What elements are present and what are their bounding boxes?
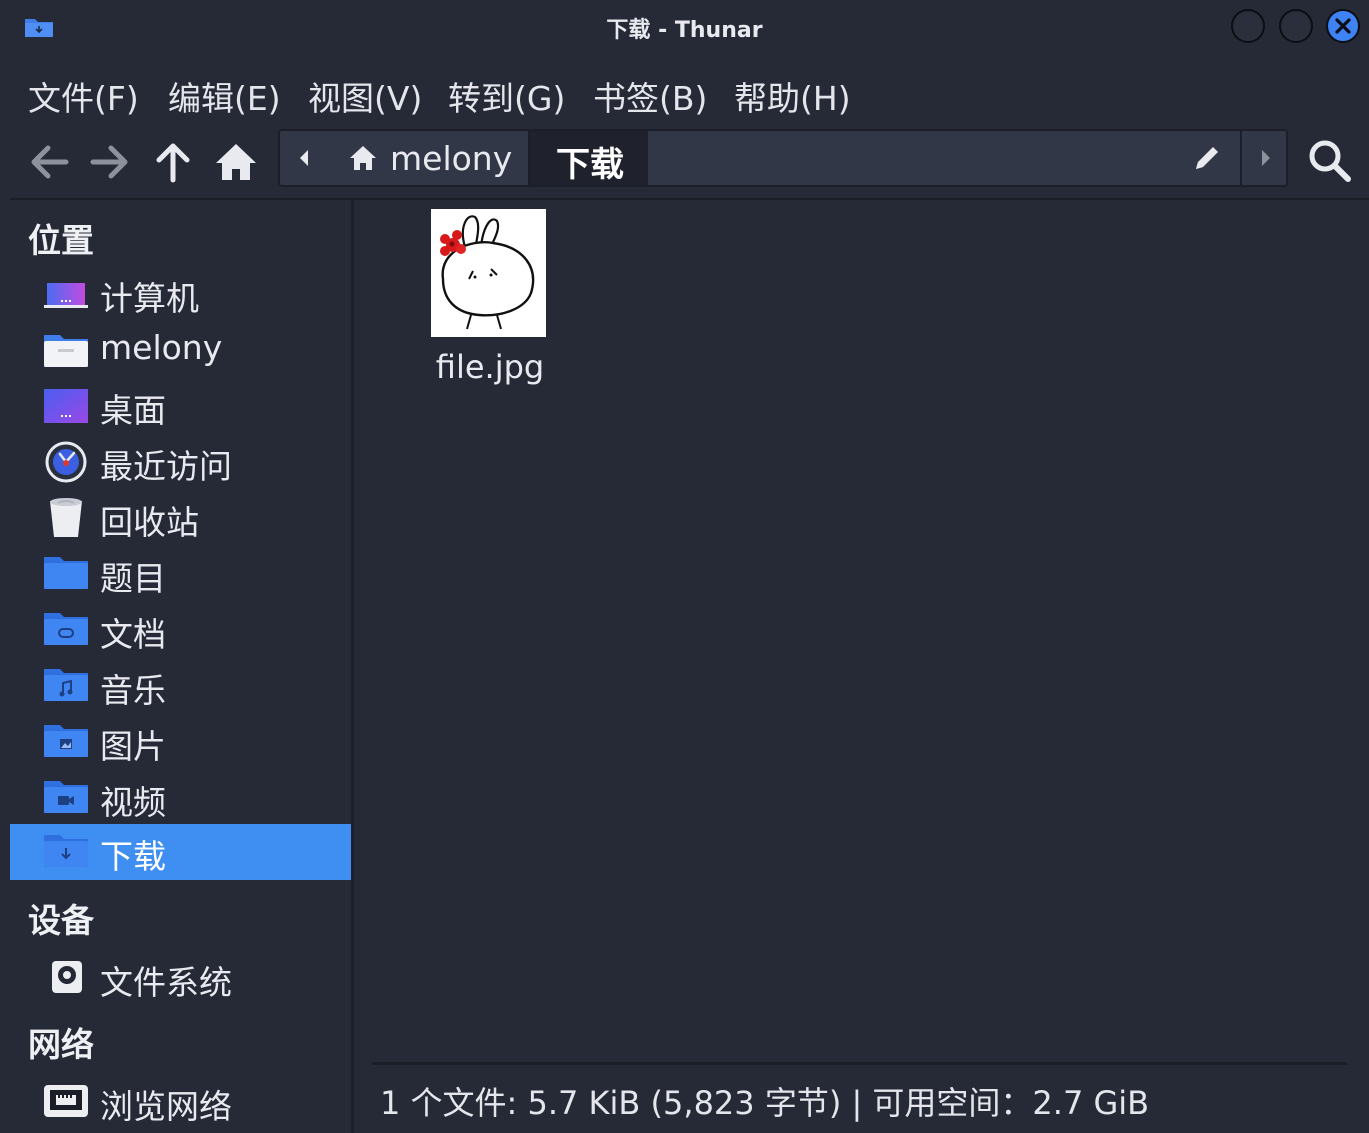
arrow-left-icon xyxy=(31,145,69,179)
sidebar-item-label: 图片 xyxy=(100,727,166,766)
sidebar-item-label: 题目 xyxy=(100,559,166,598)
sidebar: 位置 计算机 melony 桌面 最近访问 回收站 题目 文档 音乐 图片 视频… xyxy=(10,200,351,1133)
back-button[interactable] xyxy=(24,138,74,186)
menu-go[interactable]: 转到(G) xyxy=(448,72,565,120)
desktop-icon xyxy=(44,389,88,423)
arrow-up-icon xyxy=(156,143,190,183)
sidebar-item-label: melony xyxy=(100,328,223,367)
sidebar-item-recent[interactable]: 最近访问 xyxy=(10,434,351,490)
sidebar-item-label: 音乐 xyxy=(100,671,166,710)
minimize-button[interactable] xyxy=(1231,9,1265,43)
menu-view[interactable]: 视图(V) xyxy=(308,72,422,120)
home-folder-icon xyxy=(44,335,88,367)
sidebar-item-filesystem[interactable]: 文件系统 xyxy=(10,950,351,1006)
file-name: file.jpg xyxy=(435,348,545,386)
sidebar-item-folder[interactable]: 题目 xyxy=(10,546,351,602)
arrow-right-icon xyxy=(90,145,128,179)
search-icon xyxy=(1309,140,1351,182)
thunar-window: 下载 - Thunar 文件(F) 编辑(E) 视图(V) 转到(G) 书签(B… xyxy=(0,0,1369,1133)
statusbar-separator xyxy=(372,1062,1347,1065)
pencil-icon xyxy=(1196,147,1218,169)
sidebar-item-label: 下载 xyxy=(100,837,166,876)
sidebar-item-desktop[interactable]: 桌面 xyxy=(10,378,351,434)
sidebar-item-trash[interactable]: 回收站 xyxy=(10,490,351,546)
sidebar-item-downloads[interactable]: 下载 xyxy=(10,824,351,880)
up-button[interactable] xyxy=(148,138,198,186)
menu-help[interactable]: 帮助(H) xyxy=(734,72,851,120)
maximize-button[interactable] xyxy=(1279,9,1313,43)
path-bar: melony 下载 xyxy=(278,129,1288,187)
menu-edit[interactable]: 编辑(E) xyxy=(168,72,281,120)
home-button[interactable] xyxy=(211,138,261,186)
breadcrumb-home-label: melony xyxy=(390,139,513,178)
folder-icon xyxy=(44,557,88,589)
close-button[interactable] xyxy=(1326,9,1360,43)
image-thumbnail-icon xyxy=(431,209,546,337)
devices-section-title: 设备 xyxy=(28,901,94,940)
sidebar-item-label: 计算机 xyxy=(100,279,199,318)
forward-button[interactable] xyxy=(85,138,135,186)
home-icon xyxy=(216,144,256,180)
path-scroll-left-button[interactable] xyxy=(280,131,332,185)
home-icon xyxy=(350,146,376,170)
sidebar-item-music[interactable]: 音乐 xyxy=(10,658,351,714)
network-icon xyxy=(44,1085,88,1117)
chevron-right-icon xyxy=(1262,150,1270,166)
file-item[interactable]: file.jpg xyxy=(430,208,552,398)
sidebar-item-home[interactable]: melony xyxy=(10,322,351,378)
toolbar: melony 下载 xyxy=(0,124,1369,200)
sidebar-item-computer[interactable]: 计算机 xyxy=(10,266,351,322)
menu-bookmarks[interactable]: 书签(B) xyxy=(593,72,707,120)
breadcrumb-current-label: 下载 xyxy=(556,145,624,185)
sidebar-item-label: 浏览网络 xyxy=(100,1087,232,1126)
sidebar-item-label: 桌面 xyxy=(100,391,166,430)
window-title: 下载 - Thunar xyxy=(606,18,763,43)
documents-folder-icon xyxy=(44,613,88,645)
sidebar-item-pictures[interactable]: 图片 xyxy=(10,714,351,770)
sidebar-item-network[interactable]: 浏览网络 xyxy=(10,1074,351,1130)
drive-icon xyxy=(52,961,82,993)
title-bar[interactable]: 下载 - Thunar xyxy=(0,0,1369,56)
status-bar-text: 1 个文件: 5.7 KiB (5,823 字节) | 可用空间：2.7 GiB xyxy=(380,1084,1150,1122)
sidebar-item-videos[interactable]: 视频 xyxy=(10,770,351,826)
sidebar-item-label: 回收站 xyxy=(100,503,199,542)
sidebar-item-label: 最近访问 xyxy=(100,447,232,486)
close-icon xyxy=(1335,18,1351,34)
downloads-folder-icon xyxy=(44,835,88,867)
edit-location-button[interactable] xyxy=(1190,141,1224,175)
menu-file[interactable]: 文件(F) xyxy=(28,72,139,120)
network-section-title: 网络 xyxy=(28,1025,94,1064)
path-scroll-right-button[interactable] xyxy=(1240,131,1288,185)
search-button[interactable] xyxy=(1305,136,1353,184)
menu-bar: 文件(F) 编辑(E) 视图(V) 转到(G) 书签(B) 帮助(H) xyxy=(0,60,1369,124)
breadcrumb-current[interactable]: 下载 xyxy=(530,131,648,185)
sidebar-item-label: 视频 xyxy=(100,783,166,822)
breadcrumb-home[interactable]: melony xyxy=(330,131,530,185)
trash-icon xyxy=(50,498,82,537)
music-folder-icon xyxy=(44,669,88,701)
sidebar-item-label: 文件系统 xyxy=(100,963,232,1002)
chevron-left-icon xyxy=(300,150,308,166)
file-view[interactable]: file.jpg xyxy=(354,200,1369,1062)
computer-icon xyxy=(44,283,88,308)
clock-icon xyxy=(45,441,87,483)
places-section-title: 位置 xyxy=(28,221,94,260)
sidebar-item-documents[interactable]: 文档 xyxy=(10,602,351,658)
sidebar-item-label: 文档 xyxy=(100,615,166,654)
pictures-folder-icon xyxy=(44,725,88,757)
videos-folder-icon xyxy=(44,781,88,813)
